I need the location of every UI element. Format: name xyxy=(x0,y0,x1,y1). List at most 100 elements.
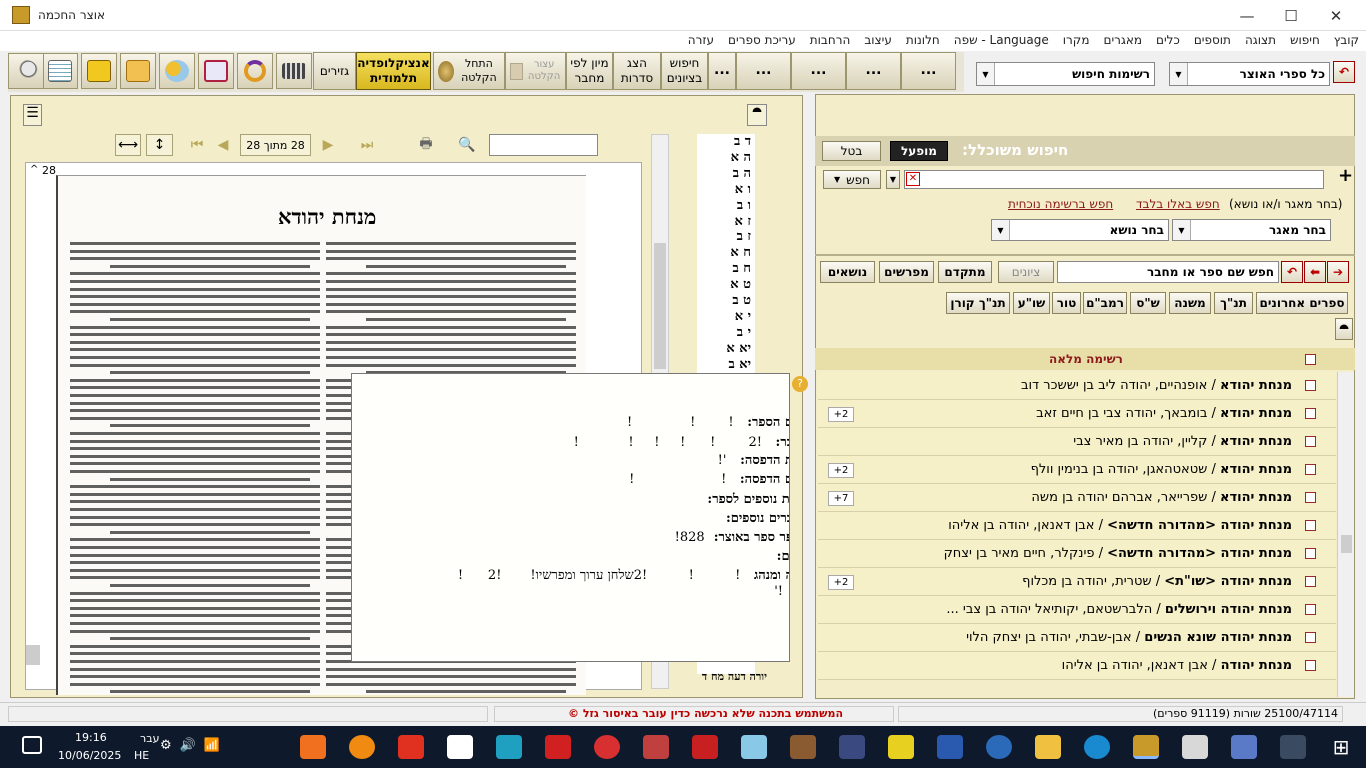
next-arrow-button[interactable]: ➔ xyxy=(1327,261,1349,283)
clock-time[interactable]: 19:16 xyxy=(75,731,107,744)
search-current-list-link[interactable]: חפש ברשימה נוכחית xyxy=(1008,197,1113,211)
app-icon[interactable] xyxy=(594,735,620,759)
smart-search-go-button[interactable]: חפש ▼ xyxy=(823,170,881,189)
sort-by-author-button[interactable]: מיון לפי מחבר xyxy=(566,52,613,90)
smart-search-active-toggle[interactable]: מופעל xyxy=(890,141,948,161)
choose-topic-select[interactable]: בחר נושא ▼ xyxy=(991,219,1169,241)
result-row[interactable]: מנחת יהודא / שטאטהאגן, יהודה בן בנימין ו… xyxy=(818,456,1336,484)
scroll-thumb[interactable] xyxy=(1341,535,1352,553)
word-icon[interactable] xyxy=(937,735,963,759)
category-mishna[interactable]: משנה xyxy=(1169,292,1211,314)
page-index-item[interactable]: י ב xyxy=(697,325,755,341)
pdf-app-icon[interactable] xyxy=(545,735,571,759)
notifications-icon[interactable] xyxy=(22,736,42,754)
acrobat-icon[interactable] xyxy=(398,735,424,759)
smart-search-input[interactable] xyxy=(904,170,1324,189)
clock-date[interactable]: 10/06/2025 xyxy=(58,749,121,762)
page-index-item[interactable]: יא ב xyxy=(697,357,755,373)
result-row[interactable]: מנחת יהודה וירושלים / הלברשטאם, יקותיאל … xyxy=(818,596,1336,624)
search-these-only-link[interactable]: חפש באלו בלבד xyxy=(1136,197,1220,211)
category-tanakh[interactable]: תנ"ך xyxy=(1214,292,1253,314)
clear-search-icon[interactable]: ✕ xyxy=(906,172,920,186)
result-row[interactable]: מנחת יהודא / קליין, יהודה בן מאיר צבי xyxy=(818,428,1336,456)
page-search-input[interactable] xyxy=(489,134,598,156)
result-checkbox[interactable] xyxy=(1305,520,1316,531)
page-index-item[interactable]: יורה דעה מח ד xyxy=(697,670,767,683)
app-icon[interactable] xyxy=(1231,735,1257,759)
result-row[interactable]: מנחת יהודה <שו"ת> / שטרית, יהודה בן מכלו… xyxy=(818,568,1336,596)
print-button[interactable]: 🖶 xyxy=(411,134,441,156)
category-shas[interactable]: ש"ס xyxy=(1130,292,1166,314)
keyboard-button[interactable] xyxy=(276,53,312,89)
page-index-item[interactable]: ו א xyxy=(697,182,755,198)
result-checkbox[interactable] xyxy=(1305,408,1316,419)
scroll-up-icon[interactable]: ^ xyxy=(30,164,38,175)
pin-panel-button[interactable]: ⯊ xyxy=(747,104,767,126)
system-tray-icons[interactable]: ⚙🔊📶 xyxy=(160,738,228,753)
page-index-item[interactable]: ז א xyxy=(697,214,755,230)
search-icon[interactable] xyxy=(986,735,1012,759)
page-index-item[interactable]: ח א xyxy=(697,245,755,261)
select-all-checkbox[interactable] xyxy=(1305,354,1316,365)
prev-page-button[interactable]: ◀ xyxy=(211,134,235,156)
search-lists-select[interactable]: רשימות חיפוש ▼ xyxy=(976,62,1155,86)
editions-badge[interactable]: +2 xyxy=(828,463,854,478)
menu-item-design[interactable]: עיצוב xyxy=(857,31,899,49)
notes-button[interactable] xyxy=(42,53,78,89)
menu-item-file[interactable]: קובץ xyxy=(1327,31,1366,49)
search-tool-button[interactable] xyxy=(8,53,44,89)
page-index-item[interactable]: יא א xyxy=(697,341,755,357)
result-checkbox[interactable] xyxy=(1305,380,1316,391)
result-checkbox[interactable] xyxy=(1305,548,1316,559)
category-tur[interactable]: טור xyxy=(1052,292,1081,314)
menu-item-windows[interactable]: חלונות xyxy=(899,31,947,49)
maximize-button[interactable]: ☐ xyxy=(1268,0,1314,31)
minimize-button[interactable]: — xyxy=(1224,0,1270,31)
menu-item-addons[interactable]: תוספים xyxy=(1187,31,1238,49)
toolbar-more-button[interactable]: ... xyxy=(708,52,736,90)
result-checkbox[interactable] xyxy=(1305,464,1316,475)
talmudic-encyclopedia-button[interactable]: אנציקלופדיה תלמודית xyxy=(356,52,431,90)
fit-height-button[interactable]: ↕ xyxy=(146,134,173,156)
page-index-item[interactable]: ט א xyxy=(697,277,755,293)
topics-button[interactable]: נושאים xyxy=(820,261,875,283)
calendar-button[interactable] xyxy=(198,53,234,89)
result-checkbox[interactable] xyxy=(1305,660,1316,671)
toolbar-more-button[interactable]: ... xyxy=(791,52,846,90)
app-icon[interactable] xyxy=(643,735,669,759)
app-icon[interactable] xyxy=(839,735,865,759)
back-arrow-button[interactable]: ↶ xyxy=(1333,61,1355,83)
refresh-button[interactable] xyxy=(237,53,273,89)
menu-item-macro[interactable]: מקרו xyxy=(1056,31,1097,49)
stop-recording-button[interactable]: עצור הקלטה xyxy=(505,52,566,90)
input-language[interactable]: עבר xyxy=(140,732,159,745)
file-explorer-icon[interactable] xyxy=(1035,735,1061,759)
library-icon[interactable] xyxy=(790,735,816,759)
weather-button[interactable] xyxy=(159,53,195,89)
help-icon[interactable]: ? xyxy=(792,376,808,392)
menu-item-tools[interactable]: כלים xyxy=(1149,31,1187,49)
open-folder-button[interactable] xyxy=(120,53,156,89)
advanced-button[interactable]: מתקדם xyxy=(938,261,992,283)
close-button[interactable]: ✕ xyxy=(1313,0,1359,31)
page-index-item[interactable]: ז ב xyxy=(697,229,755,245)
input-locale[interactable]: HE xyxy=(134,749,149,762)
menu-item-edit-books[interactable]: עריכת ספרים xyxy=(721,31,803,49)
result-row[interactable]: מנחת יהודה / אבן דאנאן, יהודה בן אליהו xyxy=(818,652,1336,680)
edge-icon[interactable] xyxy=(1084,735,1110,759)
menu-item-databases[interactable]: מאגרים xyxy=(1096,31,1149,49)
show-series-button[interactable]: הצג סדרות xyxy=(613,52,661,90)
viewer-menu-button[interactable]: ☰ xyxy=(23,104,42,126)
page-index-item[interactable]: ה ב xyxy=(697,166,755,182)
book-author-search-input[interactable]: חפש שם ספר או מחבר xyxy=(1057,261,1279,283)
reset-button[interactable]: ↶ xyxy=(1281,261,1303,283)
pdf-icon[interactable] xyxy=(888,735,914,759)
app-icon[interactable] xyxy=(1182,735,1208,759)
citation-search-button[interactable]: חיפוש בציונים xyxy=(661,52,708,90)
page-index-item[interactable]: ה א xyxy=(697,150,755,166)
menu-item-view[interactable]: תצוגה xyxy=(1238,31,1283,49)
page-index-item[interactable]: י א xyxy=(697,309,755,325)
add-condition-button[interactable]: + xyxy=(1338,165,1353,186)
app-icon[interactable] xyxy=(300,735,326,759)
fit-width-button[interactable]: ⟷ xyxy=(115,134,141,156)
